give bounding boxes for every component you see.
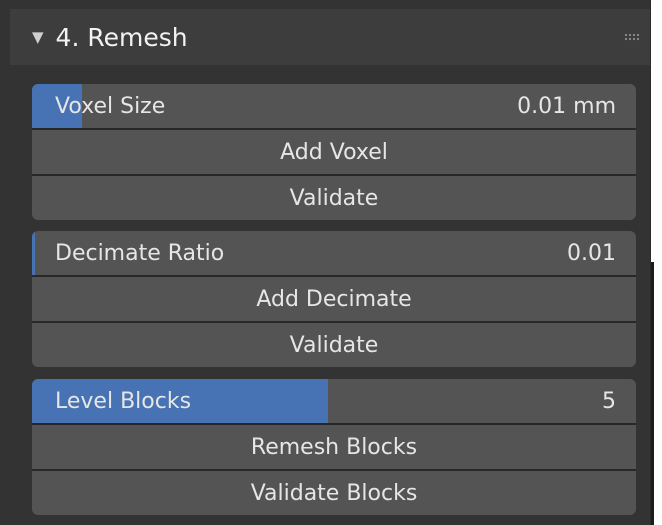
add-voxel-button[interactable]: Add Voxel [32,130,636,174]
voxel-size-value: 0.01 mm [517,93,616,119]
remesh-blocks-button[interactable]: Remesh Blocks [32,425,636,469]
decimate-ratio-value: 0.01 [567,240,616,266]
voxel-size-label: Voxel Size [55,93,166,119]
blocks-section: Level Blocks 5 Remesh Blocks Validate Bl… [32,379,636,515]
collapse-arrow-icon[interactable]: ▼ [32,28,44,46]
validate-blocks-button[interactable]: Validate Blocks [32,471,636,515]
panel-title: 4. Remesh [55,22,188,52]
decimate-section: Decimate Ratio 0.01 Add Decimate Validat… [32,231,636,367]
voxel-size-slider[interactable]: Voxel Size 0.01 mm [32,84,636,128]
level-blocks-label: Level Blocks [55,388,192,414]
voxel-section: Voxel Size 0.01 mm Add Voxel Validate [32,84,636,220]
drag-grip-icon[interactable] [624,33,640,41]
level-blocks-slider[interactable]: Level Blocks 5 [32,379,636,423]
add-decimate-button[interactable]: Add Decimate [32,277,636,321]
decimate-ratio-slider[interactable]: Decimate Ratio 0.01 [32,231,636,275]
decimate-ratio-slider-fill [32,231,36,275]
decimate-ratio-label: Decimate Ratio [55,240,225,266]
validate-decimate-button[interactable]: Validate [32,323,636,367]
validate-voxel-button[interactable]: Validate [32,176,636,220]
level-blocks-value: 5 [602,388,616,414]
panel-header[interactable]: ▼ 4. Remesh [10,9,650,65]
region-divider [651,262,654,525]
remesh-panel: ▼ 4. Remesh Voxel Size 0.01 mm Add Voxel… [0,0,651,525]
